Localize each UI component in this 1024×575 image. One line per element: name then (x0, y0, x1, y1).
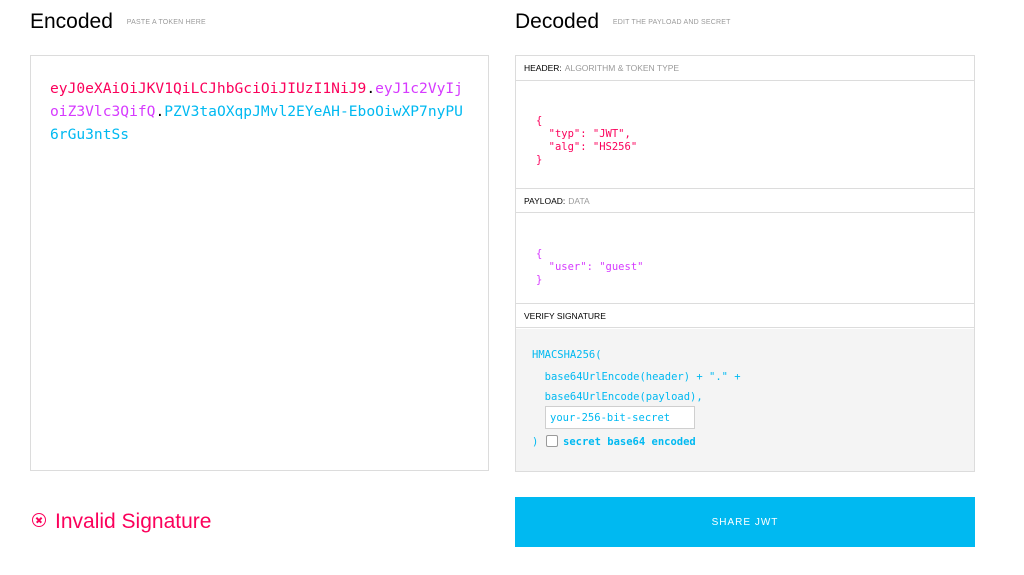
encoded-title-text: Encoded (30, 10, 113, 33)
header-label: HEADER: (524, 63, 562, 73)
header-section-label: HEADER: ALGORITHM & TOKEN TYPE (516, 56, 974, 81)
header-line: } (536, 154, 543, 166)
signature-status-text: Invalid Signature (55, 510, 212, 533)
secret-base64-checkbox[interactable] (546, 435, 558, 447)
encoded-token[interactable]: eyJ0eXAiOiJKV1QiLCJhbGciOiJIUzI1NiJ9.eyJ… (50, 77, 470, 146)
header-line: { (536, 115, 543, 127)
payload-json-editor[interactable]: { "user": "guest" } (536, 235, 643, 287)
token-header-part: eyJ0eXAiOiJKV1QiLCJhbGciOiJIUzI1NiJ9 (50, 80, 367, 97)
encoded-token-editor[interactable]: eyJ0eXAiOiJKV1QiLCJhbGciOiJIUzI1NiJ9.eyJ… (30, 55, 489, 471)
verify-line-1: HMACSHA256( (532, 349, 602, 361)
decoded-subtitle: EDIT THE PAYLOAD AND SECRET (612, 18, 731, 26)
decoded-title: Decoded EDIT THE PAYLOAD AND SECRET (515, 10, 731, 34)
header-line: "typ": "JWT", (536, 128, 631, 140)
verify-label: VERIFY SIGNATURE (524, 311, 606, 321)
encoded-title: Encoded PASTE A TOKEN HERE (30, 10, 206, 34)
payload-label: PAYLOAD: (524, 196, 566, 206)
token-dot: . (155, 103, 165, 120)
checkbox-label[interactable]: secret base64 encoded (563, 436, 696, 448)
header-line: "alg": "HS256" (536, 141, 638, 153)
verify-section-label: VERIFY SIGNATURE (516, 303, 974, 328)
payload-section-label: PAYLOAD: DATA (516, 188, 974, 213)
token-dot: . (366, 80, 376, 97)
payload-line: "user": "guest" (536, 261, 644, 273)
decoded-title-text: Decoded (515, 10, 600, 33)
verify-line-3: base64UrlEncode(payload), (532, 391, 703, 403)
verify-signature-area: HMACSHA256( base64UrlEncode(header) + ".… (516, 329, 974, 471)
verify-close-paren: ) (532, 436, 539, 448)
payload-line: } (536, 274, 543, 286)
verify-line-2: base64UrlEncode(header) + "." + (532, 371, 741, 383)
header-label-light: ALGORITHM & TOKEN TYPE (564, 63, 680, 73)
payload-line: { (536, 248, 543, 260)
signature-status: Invalid Signature (32, 510, 211, 534)
secret-input[interactable] (545, 406, 695, 429)
share-jwt-button[interactable]: SHARE JWT (515, 497, 975, 547)
payload-label-light: DATA (568, 196, 590, 206)
x-circle-icon (32, 513, 46, 528)
header-json-editor[interactable]: { "typ": "JWT", "alg": "HS256" } (536, 102, 637, 167)
decoded-panel: HEADER: ALGORITHM & TOKEN TYPE { "typ": "… (515, 55, 975, 472)
encoded-subtitle: PASTE A TOKEN HERE (126, 18, 206, 26)
